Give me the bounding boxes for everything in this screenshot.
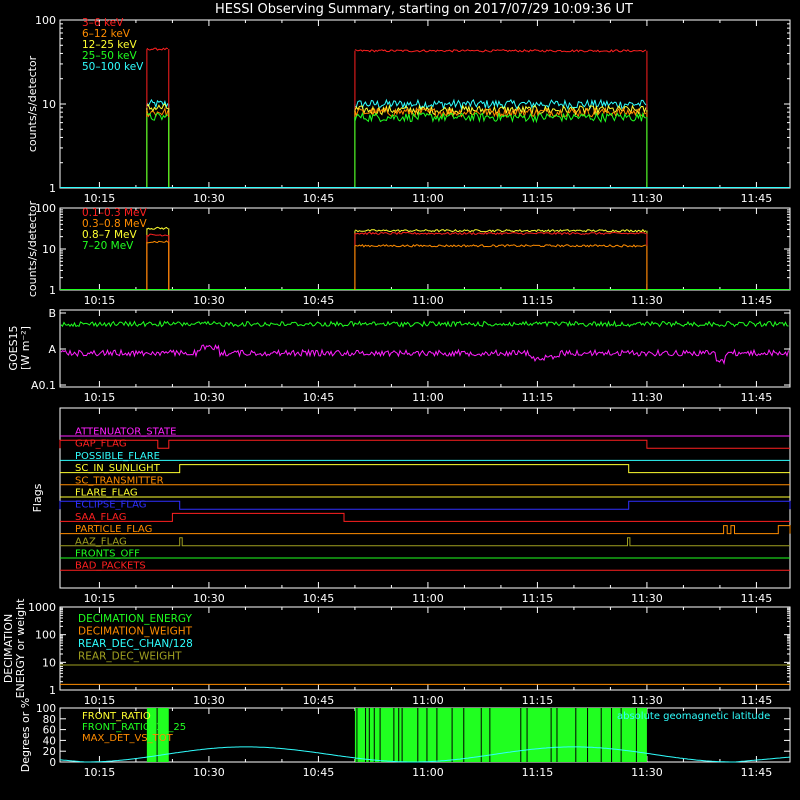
x-tick-label: 10:15	[84, 391, 116, 404]
y-tick-label: 40	[43, 735, 56, 747]
x-tick-label: 11:45	[741, 391, 773, 404]
y-axis-label-2: ENERGY or weight	[14, 598, 27, 698]
y-tick-label: 1	[49, 684, 56, 697]
legend-entry: MAX_DET_VS_TOT	[82, 733, 174, 744]
x-tick-label: 11:45	[741, 592, 773, 605]
y-tick-label: 20	[43, 746, 56, 758]
x-tick-label: 11:30	[631, 391, 663, 404]
y-axis-label: Flags	[31, 483, 44, 512]
y-axis-label: Degrees or %	[19, 698, 32, 772]
latitude-annotation: absolute geomagnetic latitude	[617, 711, 770, 722]
y-tick-label: 80	[43, 714, 56, 726]
legend-entry: DECIMATION_ENERGY	[78, 613, 192, 625]
legend-entry: REAR_DEC_CHAN/128	[78, 638, 193, 650]
legend-entry: 7–20 MeV	[82, 240, 134, 252]
x-tick-label: 10:30	[193, 391, 225, 404]
x-tick-label: 11:00	[412, 766, 444, 779]
y-tick-label: 100	[35, 14, 56, 27]
x-tick-label: 11:30	[631, 592, 663, 605]
legend-entry: FRONT_RATIO	[82, 711, 151, 722]
x-tick-label: 11:30	[631, 192, 663, 205]
x-tick-label: 11:45	[741, 694, 773, 707]
x-tick-label: 11:45	[741, 766, 773, 779]
x-tick-label: 10:30	[193, 694, 225, 707]
x-tick-label: 11:15	[522, 391, 554, 404]
y-tick-label: A0.1	[31, 379, 56, 392]
x-tick-label: 11:30	[631, 694, 663, 707]
y-axis-unit: [W m⁻²]	[19, 326, 32, 370]
legend-entry: REAR_DEC_WEIGHT	[78, 651, 182, 663]
y-tick-label: 60	[43, 725, 56, 737]
hessi-summary-figure: HESSI Observing Summary, starting on 201…	[0, 0, 800, 800]
x-tick-label: 10:45	[303, 694, 335, 707]
x-tick-label: 10:45	[303, 592, 335, 605]
y-tick-label: A	[48, 343, 56, 356]
y-tick-label: 1	[49, 284, 56, 297]
plot-canvas: HESSI Observing Summary, starting on 201…	[0, 0, 800, 800]
x-tick-label: 11:15	[522, 294, 554, 307]
x-tick-label: 11:30	[631, 766, 663, 779]
legend-entry: 50–100 keV	[82, 61, 144, 73]
y-tick-label: 0	[49, 757, 56, 769]
y-tick-label: 100	[36, 703, 56, 715]
x-tick-label: 10:45	[303, 192, 335, 205]
x-tick-label: 11:00	[412, 592, 444, 605]
x-tick-label: 10:45	[303, 766, 335, 779]
x-tick-label: 11:00	[412, 294, 444, 307]
x-tick-label: 10:30	[193, 294, 225, 307]
y-tick-label: 10	[42, 243, 56, 256]
x-tick-label: 10:30	[193, 192, 225, 205]
legend-entry: FRONT_RATIO_12_25	[82, 722, 186, 733]
x-tick-label: 11:30	[631, 294, 663, 307]
x-tick-label: 10:45	[303, 294, 335, 307]
y-tick-label: 10	[42, 656, 56, 669]
x-tick-label: 11:00	[412, 391, 444, 404]
x-tick-label: 11:15	[522, 592, 554, 605]
x-tick-label: 11:15	[522, 192, 554, 205]
x-tick-label: 10:15	[84, 592, 116, 605]
figure-title: HESSI Observing Summary, starting on 201…	[215, 2, 633, 17]
x-tick-label: 11:15	[522, 694, 554, 707]
x-tick-label: 10:30	[193, 592, 225, 605]
x-tick-label: 10:15	[84, 192, 116, 205]
x-tick-label: 11:00	[412, 694, 444, 707]
y-tick-label: B	[48, 307, 56, 320]
y-axis-label: counts/s/detector	[26, 55, 39, 152]
y-tick-label: 100	[35, 629, 56, 642]
legend-entry: DECIMATION_WEIGHT	[78, 626, 193, 638]
x-tick-label: 11:45	[741, 294, 773, 307]
y-tick-label: 10	[42, 98, 56, 111]
x-tick-label: 11:15	[522, 766, 554, 779]
x-tick-label: 10:30	[193, 766, 225, 779]
x-tick-label: 10:15	[84, 766, 116, 779]
y-tick-label: 1	[49, 182, 56, 195]
x-tick-label: 10:45	[303, 391, 335, 404]
x-tick-label: 11:00	[412, 192, 444, 205]
x-tick-label: 10:15	[84, 294, 116, 307]
y-tick-label: 1000	[28, 601, 56, 614]
y-axis-label: counts/s/detector	[26, 200, 39, 297]
x-tick-label: 10:15	[84, 694, 116, 707]
x-tick-label: 11:45	[741, 192, 773, 205]
